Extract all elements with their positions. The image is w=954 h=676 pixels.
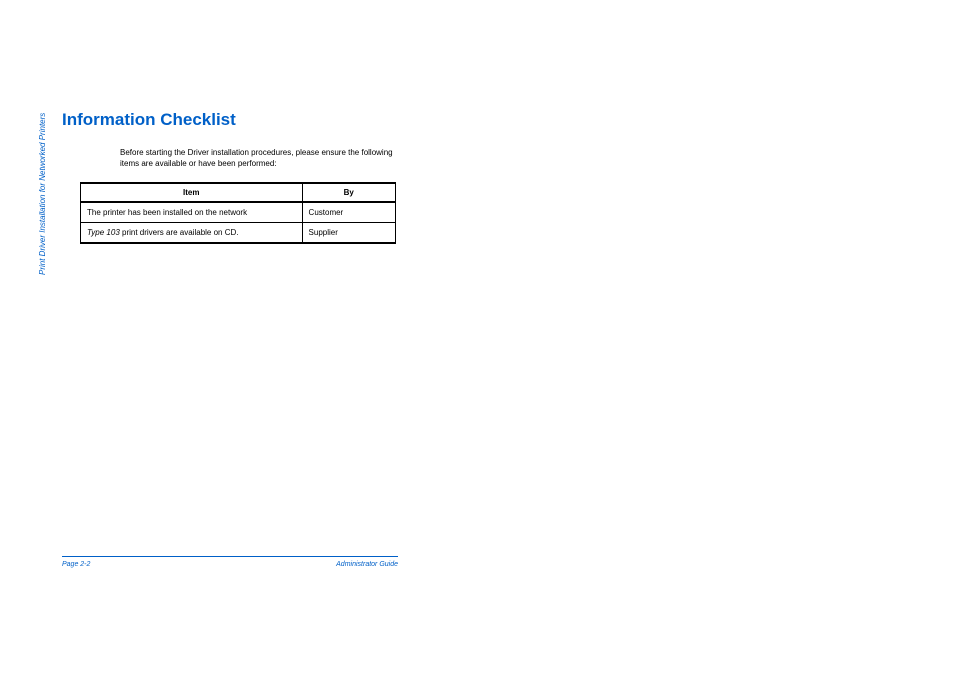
cell-by: Customer <box>302 202 395 223</box>
side-section-text: Print Driver Installation for Networked … <box>38 113 47 275</box>
page-content: Information Checklist Before starting th… <box>62 110 398 244</box>
table-header-row: Item By <box>81 183 396 202</box>
cell-by: Supplier <box>302 222 395 243</box>
cell-item-prefix: Type 103 <box>87 228 120 237</box>
footer-page-number: Page 2-2 <box>62 561 90 568</box>
header-by: By <box>302 183 395 202</box>
footer-doc-label: Administrator Guide <box>336 561 398 568</box>
page-footer: Page 2-2 Administrator Guide <box>62 561 398 568</box>
table-row: Type 103 print drivers are available on … <box>81 222 396 243</box>
cell-item-text: print drivers are available on CD. <box>120 228 239 237</box>
header-item: Item <box>81 183 303 202</box>
cell-item: The printer has been installed on the ne… <box>81 202 303 223</box>
page-title: Information Checklist <box>62 110 398 130</box>
checklist-table: Item By The printer has been installed o… <box>80 182 396 244</box>
intro-paragraph: Before starting the Driver installation … <box>120 148 395 170</box>
table-row: The printer has been installed on the ne… <box>81 202 396 223</box>
cell-item-text: The printer has been installed on the ne… <box>87 208 247 217</box>
footer-rule <box>62 556 398 557</box>
cell-item: Type 103 print drivers are available on … <box>81 222 303 243</box>
